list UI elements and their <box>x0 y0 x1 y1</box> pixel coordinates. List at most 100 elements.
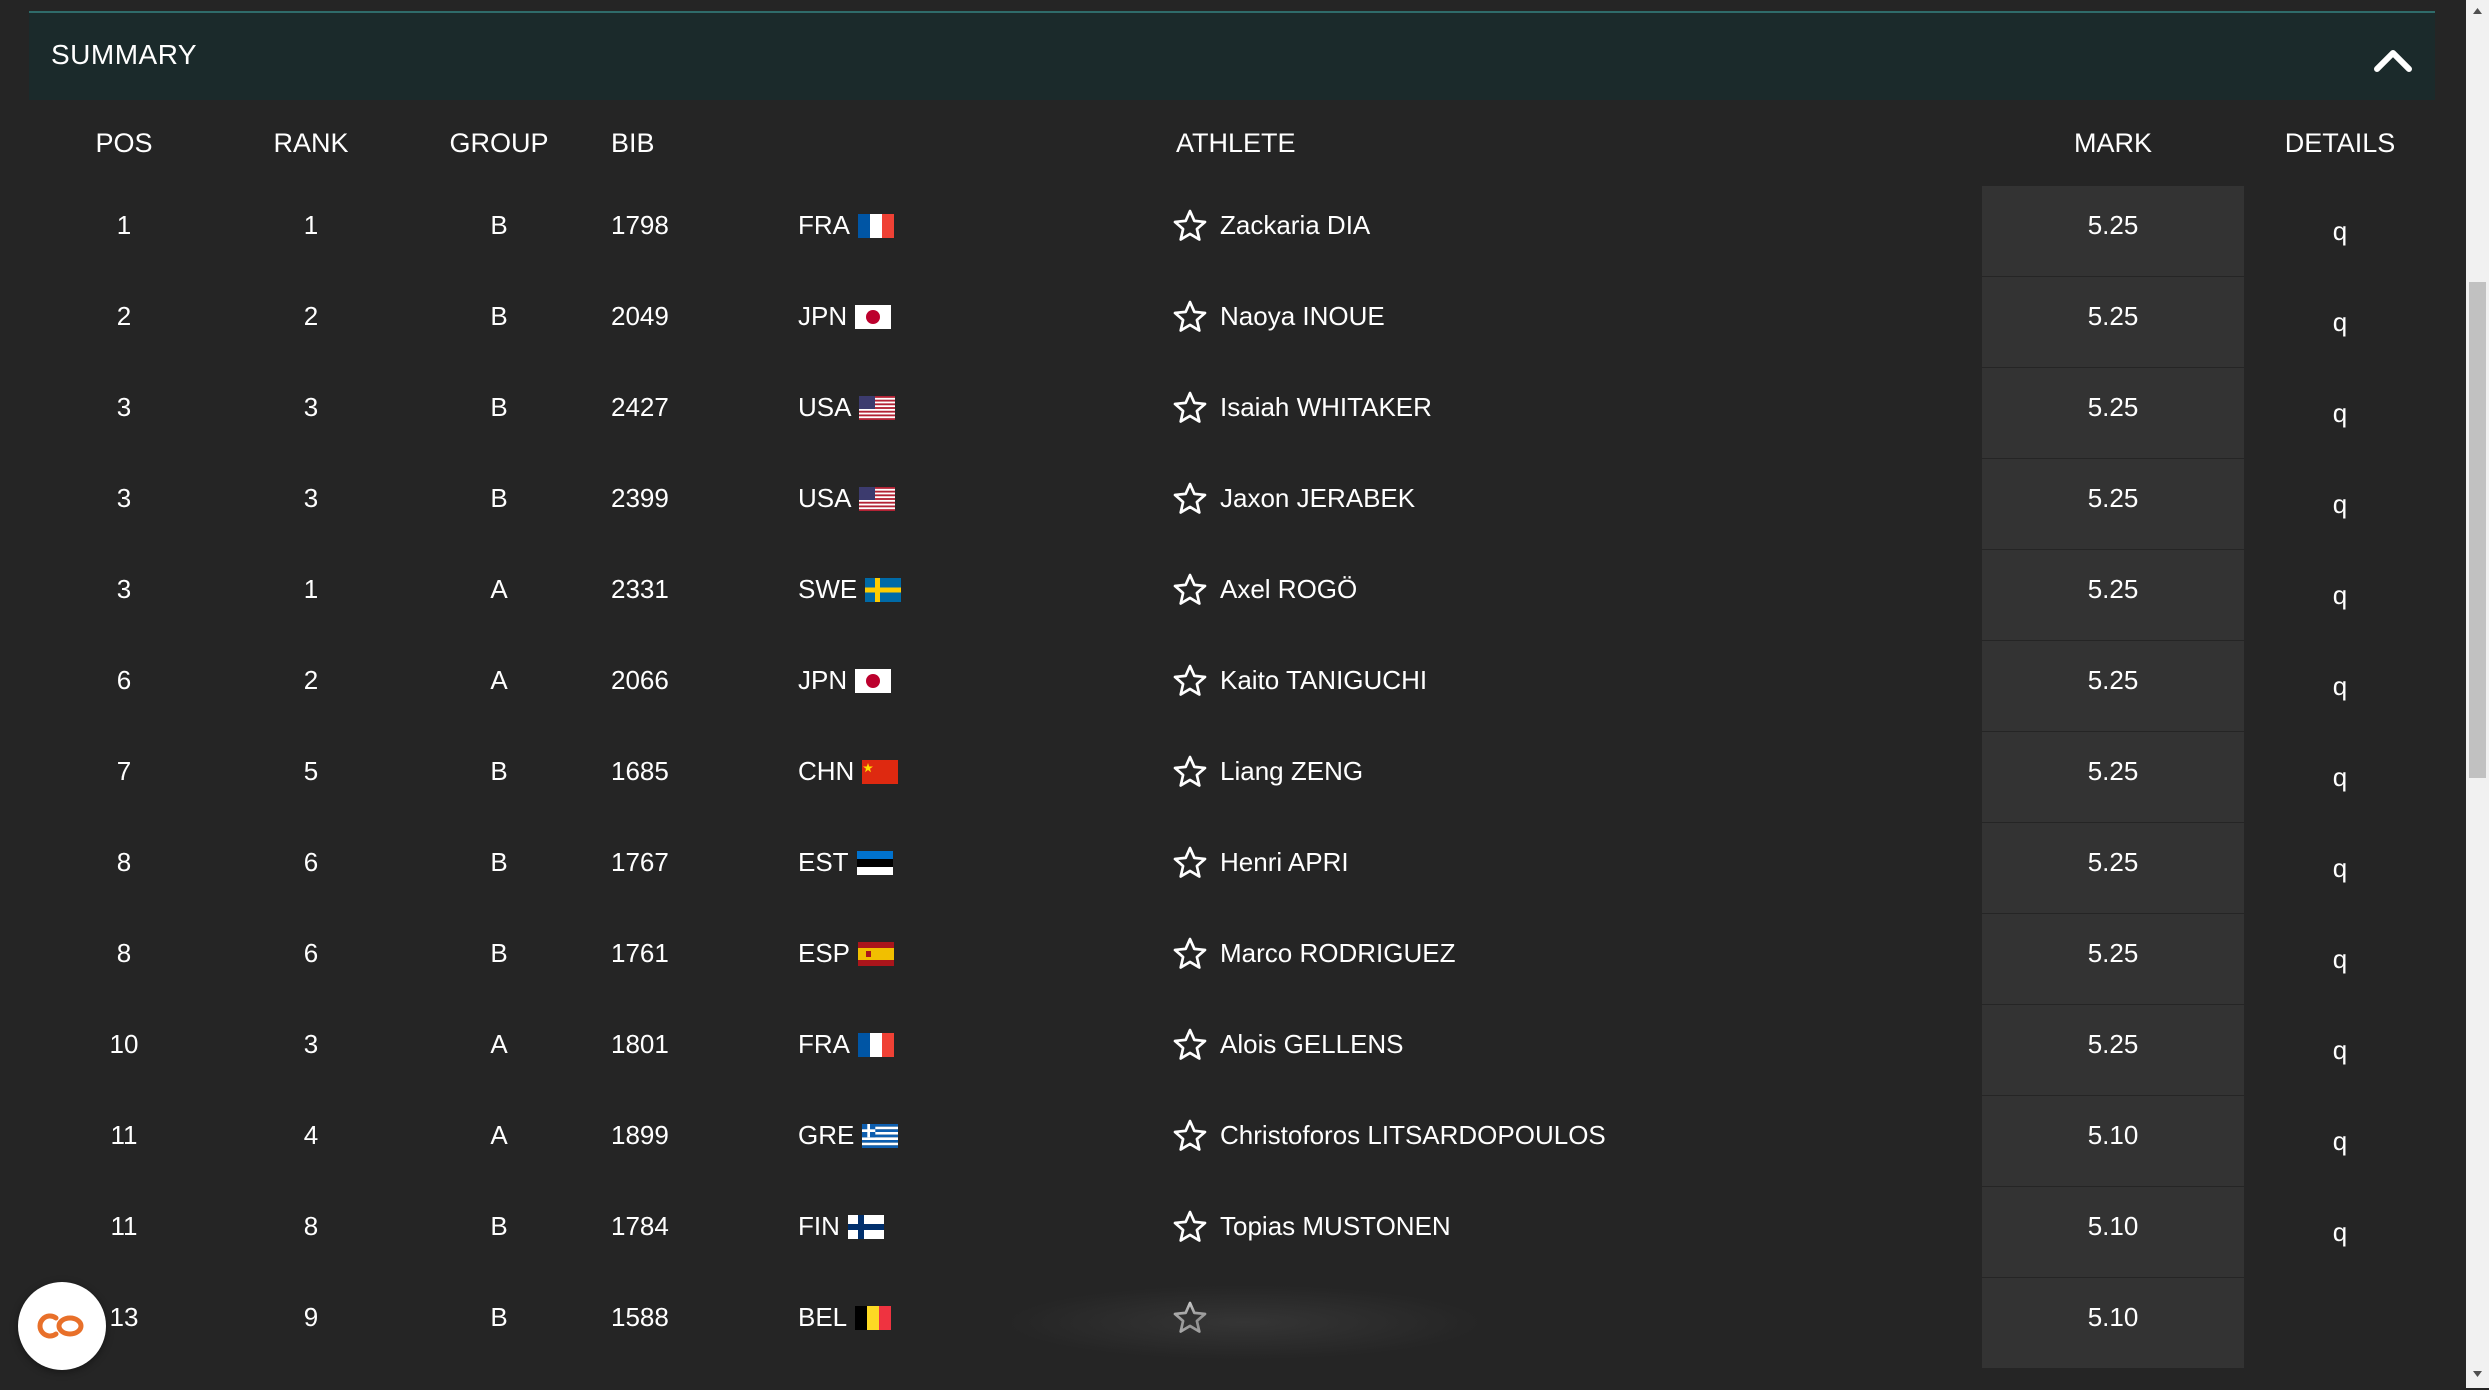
flag-icon <box>859 486 896 511</box>
scroll-down-arrow-icon[interactable] <box>2466 1362 2489 1385</box>
pos-cell: 3 <box>116 574 132 604</box>
group-cell: B <box>490 483 508 513</box>
rank-cell: 3 <box>303 392 319 422</box>
header-athlete: ATHLETE <box>1176 128 1296 158</box>
athlete-name[interactable]: Naoya INOUE <box>1220 301 1385 332</box>
country-code: CHN <box>798 756 855 786</box>
bib-cell: 1784 <box>611 1211 669 1241</box>
table-row[interactable]: 1 1 B 1798 FRA Zackaria DIA 5.25 q <box>0 186 2466 277</box>
star-outline-icon[interactable] <box>1172 754 1208 790</box>
flag-icon <box>865 577 902 602</box>
athlete-name[interactable]: Axel ROGÖ <box>1220 574 1357 605</box>
table-row[interactable]: 3 3 B 2399 USA Jaxon JERABEK 5.25 q <box>0 459 2466 550</box>
country-cell: USA <box>798 483 896 514</box>
flag-icon <box>847 1214 884 1239</box>
star-outline-icon[interactable] <box>1172 1209 1208 1245</box>
summary-title: SUMMARY <box>51 39 198 70</box>
country-code: USA <box>798 392 852 422</box>
athlete-name[interactable]: Henri APRI <box>1220 847 1349 878</box>
mark-cell: 5.10 <box>1982 1096 2244 1187</box>
chevron-up-icon[interactable] <box>2371 41 2415 77</box>
athlete-name[interactable]: Christoforos LITSARDOPOULOS <box>1220 1120 1606 1151</box>
group-cell: B <box>490 1211 508 1241</box>
star-outline-icon[interactable] <box>1172 208 1208 244</box>
bib-cell: 2427 <box>611 392 669 422</box>
group-cell: B <box>490 392 508 422</box>
flag-icon <box>855 1305 892 1330</box>
athlete-name[interactable]: Marco RODRIGUEZ <box>1220 938 1455 969</box>
country-code: EST <box>798 847 849 877</box>
header-mark: MARK <box>2073 128 2152 158</box>
bib-cell: 1685 <box>611 756 669 786</box>
mark-cell: 5.25 <box>1982 368 2244 459</box>
mark-value: 5.25 <box>2087 574 2139 604</box>
watermark-blur <box>1004 1285 1484 1360</box>
details-cell: q <box>2332 853 2348 883</box>
table-row[interactable]: 11 4 A 1899 GRE Christoforos LITSARDOPOU… <box>0 1096 2466 1187</box>
star-outline-icon[interactable] <box>1172 845 1208 881</box>
pos-cell: 8 <box>116 847 132 877</box>
scroll-up-arrow-icon[interactable] <box>2466 0 2489 23</box>
flag-icon <box>858 941 895 966</box>
mark-cell: 5.25 <box>1982 277 2244 368</box>
flag-icon <box>862 1123 899 1148</box>
mark-value: 5.25 <box>2087 483 2139 513</box>
bib-cell: 2049 <box>611 301 669 331</box>
country-cell: ESP <box>798 938 895 969</box>
star-outline-icon[interactable] <box>1172 481 1208 517</box>
mark-cell: 5.25 <box>1982 732 2244 823</box>
chat-button[interactable] <box>18 1282 106 1370</box>
details-cell: q <box>2332 762 2348 792</box>
rank-cell: 3 <box>303 1029 319 1059</box>
bib-cell: 2399 <box>611 483 669 513</box>
athlete-name[interactable]: Isaiah WHITAKER <box>1220 392 1432 423</box>
group-cell: B <box>490 756 508 786</box>
country-code: BEL <box>798 1302 848 1332</box>
details-cell: q <box>2332 671 2348 701</box>
pos-cell: 7 <box>116 756 132 786</box>
table-row[interactable]: 6 2 A 2066 JPN Kaito TANIGUCHI 5.25 q <box>0 641 2466 732</box>
group-cell: A <box>490 1120 508 1150</box>
mark-value: 5.25 <box>2087 1029 2139 1059</box>
table-row[interactable]: 8 6 B 1761 ESP Marco RODRIGUEZ 5.25 q <box>0 914 2466 1005</box>
table-row[interactable]: 7 5 B 1685 CHN Liang ZENG 5.25 q <box>0 732 2466 823</box>
star-outline-icon[interactable] <box>1172 1118 1208 1154</box>
athlete-name[interactable]: Zackaria DIA <box>1220 210 1370 241</box>
table-row[interactable]: 3 3 B 2427 USA Isaiah WHITAKER 5.25 q <box>0 368 2466 459</box>
flag-icon <box>858 213 894 238</box>
athlete-name[interactable]: Alois GELLENS <box>1220 1029 1404 1060</box>
star-outline-icon[interactable] <box>1172 390 1208 426</box>
country-cell: EST <box>798 847 893 878</box>
mark-value: 5.25 <box>2087 938 2139 968</box>
pos-cell: 6 <box>116 665 132 695</box>
mark-value: 5.25 <box>2087 665 2139 695</box>
athlete-name[interactable]: Topias MUSTONEN <box>1220 1211 1451 1242</box>
mark-value: 5.10 <box>2087 1120 2139 1150</box>
table-row[interactable]: 11 8 B 1784 FIN Topias MUSTONEN 5.10 q <box>0 1187 2466 1278</box>
star-outline-icon[interactable] <box>1172 572 1208 608</box>
athlete-name[interactable]: Jaxon JERABEK <box>1220 483 1415 514</box>
mark-value: 5.25 <box>2087 756 2139 786</box>
country-cell: SWE <box>798 574 902 605</box>
pos-cell: 11 <box>110 1211 138 1241</box>
table-row[interactable]: 3 1 A 2331 SWE Axel ROGÖ 5.25 q <box>0 550 2466 641</box>
mark-cell: 5.25 <box>1982 914 2244 1005</box>
bib-cell: 1801 <box>611 1029 669 1059</box>
athlete-name[interactable]: Liang ZENG <box>1220 756 1363 787</box>
table-row[interactable]: 8 6 B 1767 EST Henri APRI 5.25 q <box>0 823 2466 914</box>
star-outline-icon[interactable] <box>1172 663 1208 699</box>
table-row[interactable]: 10 3 A 1801 FRA Alois GELLENS 5.25 q <box>0 1005 2466 1096</box>
rank-cell: 2 <box>303 665 319 695</box>
star-outline-icon[interactable] <box>1172 936 1208 972</box>
scrollbar-thumb[interactable] <box>2469 282 2486 778</box>
vertical-scrollbar[interactable] <box>2466 0 2489 1388</box>
table-row[interactable]: 2 2 B 2049 JPN Naoya INOUE 5.25 q <box>0 277 2466 368</box>
mark-cell: 5.10 <box>1982 1278 2244 1369</box>
flag-icon <box>859 395 896 420</box>
summary-header[interactable]: SUMMARY <box>29 11 2435 100</box>
country-cell: USA <box>798 392 896 423</box>
star-outline-icon[interactable] <box>1172 299 1208 335</box>
athlete-name[interactable]: Kaito TANIGUCHI <box>1220 665 1427 696</box>
bib-cell: 1899 <box>611 1120 669 1150</box>
star-outline-icon[interactable] <box>1172 1027 1208 1063</box>
